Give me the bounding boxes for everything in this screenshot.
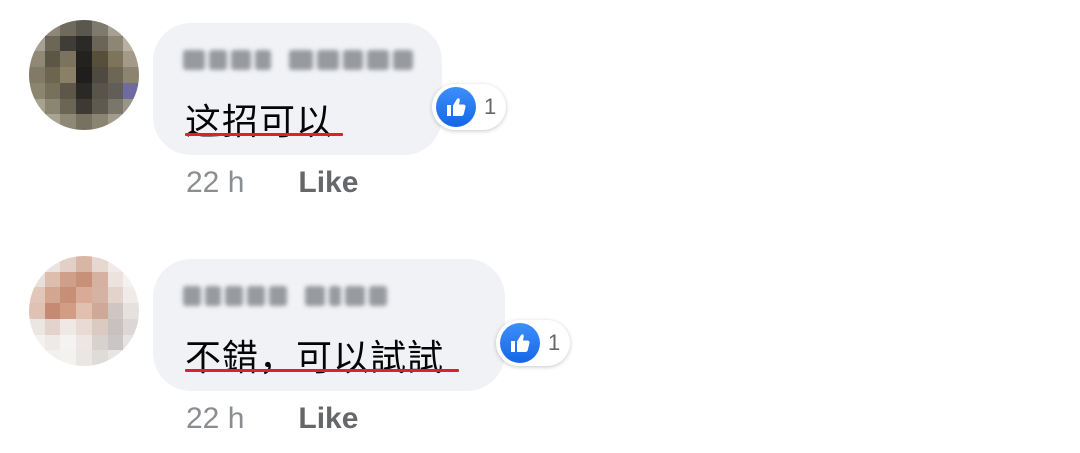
comment-timestamp[interactable]: 22 h bbox=[186, 166, 244, 200]
spellcheck-underline bbox=[185, 369, 459, 372]
thumbs-up-icon bbox=[500, 323, 540, 363]
reaction-count: 1 bbox=[484, 94, 497, 119]
comment-bubble: 不錯，可以試試 bbox=[153, 259, 505, 391]
comment-text: 不錯，可以試試 bbox=[185, 338, 445, 379]
comment-text: 这招可以 bbox=[185, 102, 334, 143]
reaction-summary[interactable]: 1 bbox=[432, 84, 507, 130]
like-button[interactable]: Like bbox=[298, 166, 358, 200]
comment-meta: 22 h Like bbox=[186, 166, 358, 200]
reaction-count: 1 bbox=[548, 330, 561, 355]
like-button[interactable]: Like bbox=[298, 402, 358, 436]
avatar[interactable] bbox=[29, 20, 139, 130]
comment-meta: 22 h Like bbox=[186, 402, 358, 436]
avatar[interactable] bbox=[29, 256, 139, 366]
comment-bubble: 这招可以 bbox=[153, 23, 442, 155]
commenter-name-blurred[interactable] bbox=[183, 283, 387, 309]
spellcheck-underline bbox=[185, 133, 343, 136]
thumbs-up-icon bbox=[436, 87, 476, 127]
commenter-name-blurred[interactable] bbox=[183, 47, 413, 73]
reaction-summary[interactable]: 1 bbox=[496, 320, 571, 366]
comment-timestamp[interactable]: 22 h bbox=[186, 402, 244, 436]
